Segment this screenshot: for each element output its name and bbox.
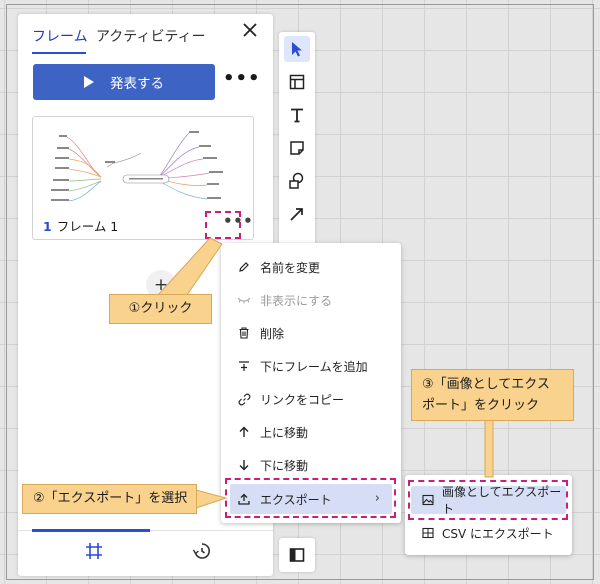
pencil-icon: [237, 261, 251, 273]
frame-grid-icon[interactable]: [84, 541, 104, 563]
menu-item-export[interactable]: エクスポート ›: [230, 484, 392, 514]
frame-card[interactable]: 1 フレーム 1 •••: [32, 116, 254, 240]
arrow-down-icon: [237, 459, 251, 471]
callout-step-3-line-2: ポート」をクリック: [422, 398, 540, 413]
menu-item-label: エクスポート: [260, 492, 332, 507]
sticky-note-icon[interactable]: [284, 135, 310, 161]
present-button-label: 発表する: [110, 76, 164, 92]
link-icon: [237, 393, 251, 406]
text-tool-icon[interactable]: [284, 102, 310, 128]
upload-icon: [237, 493, 251, 505]
frame-number: 1: [43, 219, 52, 234]
menu-item-label: 削除: [260, 326, 285, 341]
menu-item-hide[interactable]: 非表示にする: [221, 285, 401, 315]
frame-context-menu: 名前を変更 非表示にする 削除 下にフレームを追加 リンクをコピー 上に移動 下…: [221, 243, 401, 523]
history-icon[interactable]: [192, 541, 212, 563]
menu-item-label: 非表示にする: [260, 293, 333, 308]
callout-step-3: ③「画像としてエクス ポート」をクリック: [411, 369, 574, 421]
frame-thumbnail: [51, 131, 223, 202]
menu-item-add-frame-below[interactable]: 下にフレームを追加: [221, 351, 401, 381]
chevron-right-icon: ›: [374, 491, 380, 506]
menu-item-move-up[interactable]: 上に移動: [221, 417, 401, 447]
trash-icon: [237, 327, 251, 339]
menu-item-move-down[interactable]: 下に移動: [221, 450, 401, 480]
table-icon: [422, 527, 434, 539]
menu-item-label: 名前を変更: [260, 260, 321, 275]
submenu-item-label: CSV にエクスポート: [442, 526, 554, 541]
arrow-up-icon: [237, 426, 251, 438]
close-icon[interactable]: [240, 22, 260, 44]
connector-arrow-icon[interactable]: [284, 201, 310, 227]
callout-step-3-line-1: ③「画像としてエクス: [422, 377, 550, 392]
add-below-icon: [237, 360, 251, 372]
eye-closed-icon: [237, 295, 251, 305]
more-options-icon[interactable]: •••: [223, 70, 260, 92]
menu-item-label: リンクをコピー: [260, 392, 345, 407]
menu-item-copy-link[interactable]: リンクをコピー: [221, 384, 401, 414]
callout-step-1: ①クリック: [109, 294, 212, 324]
shapes-icon[interactable]: [284, 168, 310, 194]
menu-item-label: 下にフレームを追加: [260, 359, 368, 374]
tab-activity[interactable]: アクティビティー: [96, 26, 206, 46]
submenu-item-export-csv[interactable]: CSV にエクスポート: [405, 519, 572, 547]
tab-frames[interactable]: フレーム: [32, 26, 88, 46]
active-tab-indicator: [32, 52, 86, 54]
export-submenu: 画像としてエクスポート CSV にエクスポート: [405, 475, 572, 555]
panel-tabs: フレーム アクティビティー: [18, 14, 273, 54]
menu-item-delete[interactable]: 削除: [221, 318, 401, 348]
submenu-item-export-image[interactable]: 画像としてエクスポート: [411, 485, 566, 516]
select-cursor-icon[interactable]: [284, 36, 310, 62]
present-button[interactable]: 発表する: [33, 64, 215, 100]
image-icon: [422, 494, 434, 506]
submenu-item-label: 画像としてエクスポート: [442, 485, 562, 516]
panel-toggle-icon[interactable]: [279, 538, 315, 572]
play-icon: [84, 76, 94, 88]
tool-palette: [279, 32, 315, 260]
frame-label: 1 フレーム 1: [43, 216, 118, 235]
template-layout-icon[interactable]: [284, 69, 310, 95]
menu-item-label: 上に移動: [260, 425, 309, 440]
menu-item-label: 下に移動: [260, 458, 309, 473]
menu-item-rename[interactable]: 名前を変更: [221, 252, 401, 282]
callout-step-2: ②「エクスポート」を選択: [22, 484, 197, 514]
frame-more-options-icon[interactable]: •••: [223, 214, 253, 236]
frame-name: フレーム 1: [56, 219, 119, 234]
footer-active-indicator: [32, 529, 150, 532]
